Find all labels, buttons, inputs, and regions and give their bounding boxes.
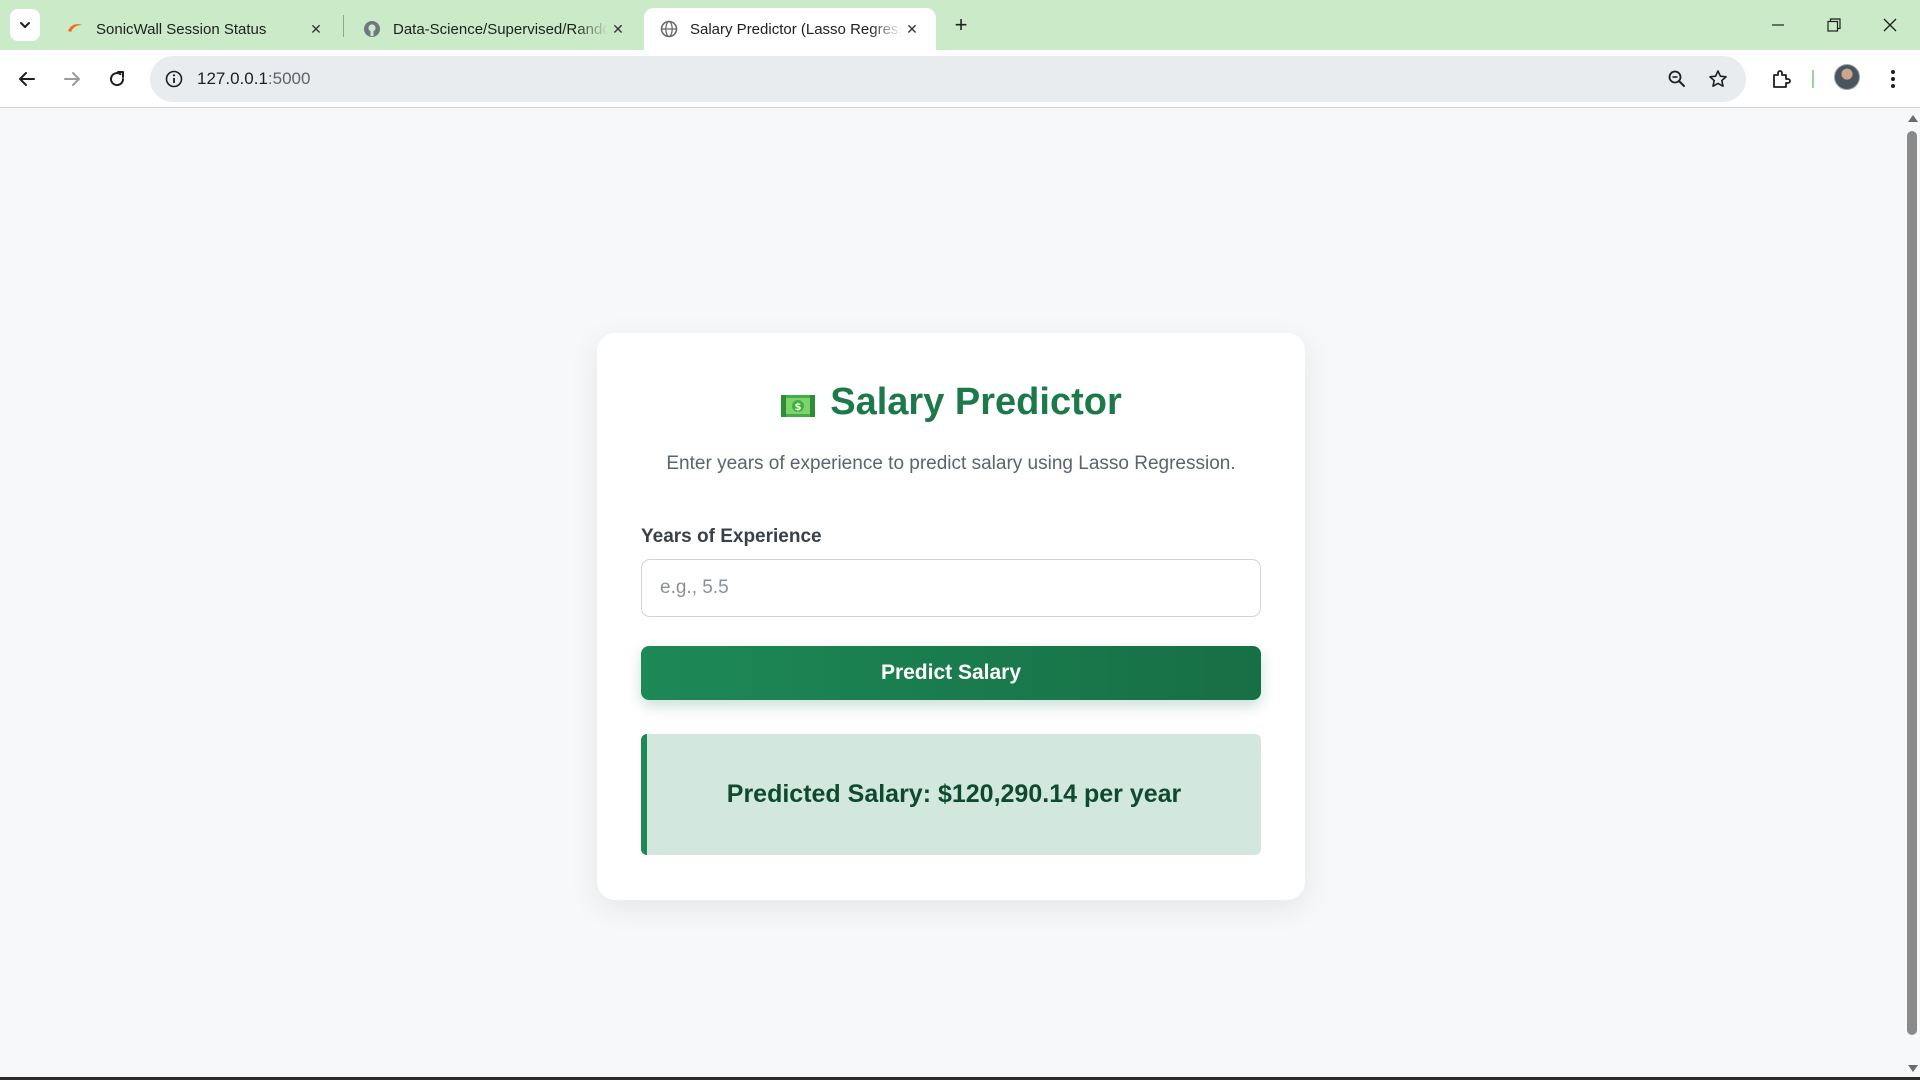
arrow-right-icon	[64, 72, 80, 86]
extensions-icon[interactable]	[1764, 62, 1798, 96]
browser-toolbar: 127.0.0.1:5000	[0, 50, 1920, 108]
prediction-result: Predicted Salary: $120,290.14 per year	[641, 734, 1261, 855]
restore-icon	[1827, 18, 1841, 32]
tab-salary-predictor[interactable]: Salary Predictor (Lasso Regression) ✕	[644, 8, 936, 50]
scroll-thumb[interactable]	[1907, 131, 1917, 1035]
tab-strip: SonicWall Session Status ✕ Data-Science/…	[0, 0, 1920, 50]
predict-button[interactable]: Predict Salary	[641, 646, 1261, 700]
url-port: :5000	[267, 69, 311, 88]
tab-github[interactable]: Data-Science/Supervised/Random ✕	[347, 8, 642, 50]
subtitle: Enter years of experience to predict sal…	[666, 453, 1236, 474]
close-icon[interactable]: ✕	[608, 19, 628, 39]
tab-title: Salary Predictor (Lasso Regression)	[690, 20, 902, 38]
close-icon[interactable]: ✕	[902, 19, 922, 39]
scroll-up-arrow-icon[interactable]	[1908, 115, 1918, 122]
scroll-down-arrow-icon[interactable]	[1908, 1065, 1918, 1072]
restore-button[interactable]	[1806, 6, 1862, 44]
back-button[interactable]	[10, 62, 44, 96]
forward-button[interactable]	[55, 62, 89, 96]
tab-title: Data-Science/Supervised/Random	[393, 20, 608, 38]
money-icon: $	[780, 388, 816, 418]
url-host: 127.0.0.1	[197, 69, 268, 88]
minimize-icon	[1772, 24, 1784, 26]
experience-label: Years of Experience	[641, 526, 822, 547]
close-icon	[1883, 18, 1897, 32]
title-text: Salary Predictor	[830, 381, 1122, 423]
bookmark-star-icon[interactable]	[1706, 67, 1730, 91]
reload-icon	[110, 71, 125, 87]
predictor-card: $ Salary Predictor Enter years of experi…	[597, 333, 1305, 900]
menu-kebab-icon[interactable]	[1876, 62, 1910, 96]
github-icon	[363, 20, 381, 38]
sonicwall-icon	[66, 20, 84, 38]
experience-input[interactable]	[641, 559, 1261, 617]
arrow-left-icon	[19, 72, 35, 86]
minimize-button[interactable]	[1750, 6, 1806, 44]
site-info-icon[interactable]	[162, 67, 186, 91]
zoom-icon[interactable]	[1665, 67, 1689, 91]
page-scrollbar[interactable]	[1904, 109, 1920, 1078]
address-bar[interactable]: 127.0.0.1:5000	[150, 56, 1746, 102]
tab-search-button[interactable]	[10, 9, 40, 41]
page-title: $ Salary Predictor	[597, 381, 1305, 424]
svg-text:$: $	[795, 402, 802, 413]
reload-button[interactable]	[100, 62, 134, 96]
tab-sonicwall[interactable]: SonicWall Session Status ✕	[50, 8, 340, 50]
window-close-button[interactable]	[1862, 6, 1918, 44]
tab-separator	[343, 15, 344, 37]
toolbar-divider	[1812, 70, 1814, 88]
globe-icon	[660, 20, 678, 38]
new-tab-button[interactable]: +	[948, 12, 974, 38]
chevron-down-icon	[20, 22, 30, 28]
profile-avatar[interactable]	[1834, 64, 1860, 90]
url-text[interactable]: 127.0.0.1:5000	[197, 69, 310, 89]
tab-title: SonicWall Session Status	[96, 20, 267, 38]
close-icon[interactable]: ✕	[306, 19, 326, 39]
